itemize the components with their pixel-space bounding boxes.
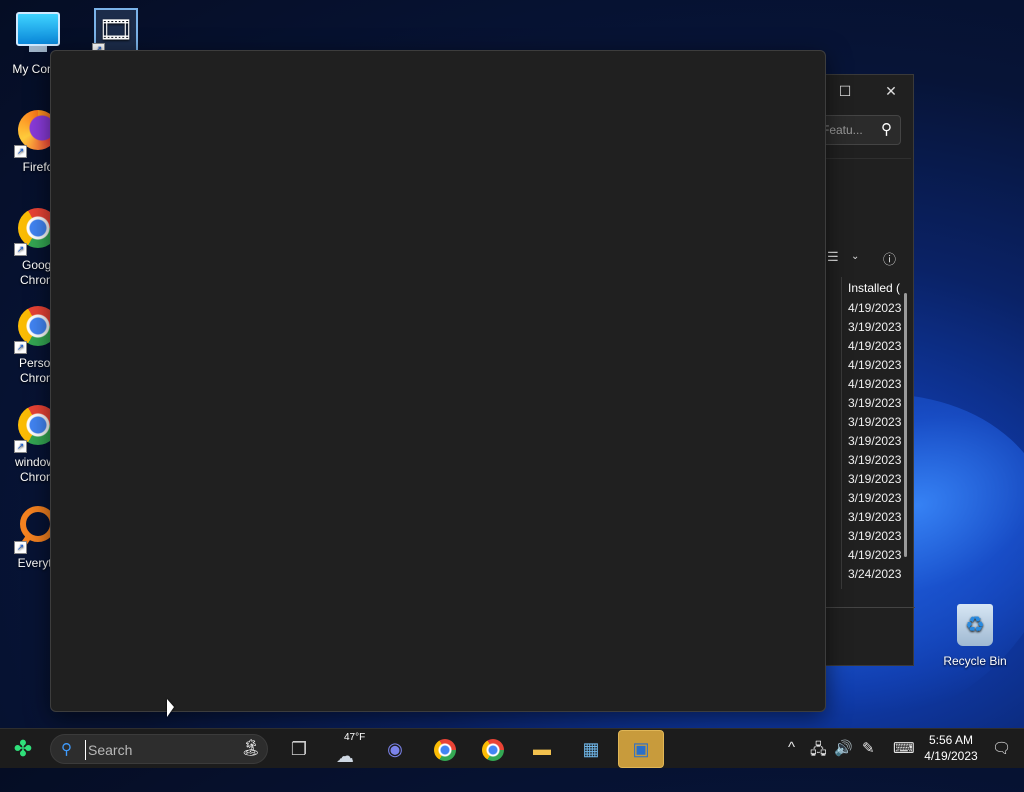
pen-icon[interactable]: ✎: [862, 739, 875, 757]
file-explorer-icon[interactable]: ▬: [527, 735, 557, 763]
mouse-cursor-icon: [167, 699, 174, 717]
table-row[interactable]: 3/19/2023: [842, 413, 912, 432]
maximize-icon[interactable]: ☐: [835, 81, 855, 101]
installed-date-column: Installed ( 4/19/2023 3/19/2023 4/19/202…: [841, 277, 912, 589]
weather-widget[interactable]: 47°F ☁: [334, 732, 368, 766]
system-clock[interactable]: 5:56 AM 4/19/2023: [918, 732, 984, 764]
start-icon: ✤: [13, 736, 33, 761]
film-icon: 🎞 ↗: [92, 8, 140, 56]
search-highlight-icon: 🏝: [240, 740, 261, 757]
table-row[interactable]: 4/19/2023: [842, 299, 912, 318]
desktop-icon-label: Recycle Bin: [943, 654, 1007, 668]
network-icon[interactable]: 🖧: [810, 739, 827, 764]
table-row[interactable]: 4/19/2023: [842, 546, 912, 565]
table-row[interactable]: 3/19/2023: [842, 432, 912, 451]
keyboard-icon[interactable]: ⌨: [893, 739, 915, 757]
notification-icon[interactable]: 🗨: [992, 739, 1011, 757]
task-view-icon[interactable]: ❐: [284, 735, 314, 763]
table-row[interactable]: 4/19/2023: [842, 337, 912, 356]
taskbar: ✤ ⚲ 🏝 ❐ 47°F ☁ ◉ ▬ ▦ ▣ ^ 🖧 🔊 ✎ ⌨ 5:56 AM…: [0, 728, 1024, 768]
table-row[interactable]: 3/19/2023: [842, 451, 912, 470]
close-icon[interactable]: ✕: [881, 81, 901, 101]
chrome-icon[interactable]: [430, 735, 460, 763]
weather-icon: ☁: [336, 746, 354, 766]
clock-date: 4/19/2023: [924, 749, 978, 763]
chrome-profile-icon[interactable]: [478, 735, 508, 763]
table-row[interactable]: 3/19/2023: [842, 508, 912, 527]
foreground-blank-window[interactable]: [50, 50, 826, 712]
list-toolbar: ☰ ⌄ ⓘ: [821, 249, 915, 271]
column-header-installed[interactable]: Installed (: [842, 277, 912, 299]
taskbar-search[interactable]: ⚲ 🏝: [50, 734, 268, 764]
divider: [821, 607, 915, 608]
search-placeholder: Featu...: [822, 123, 863, 137]
control-panel-icon[interactable]: ▣: [618, 730, 664, 768]
table-row[interactable]: 3/19/2023: [842, 489, 912, 508]
search-icon: ⚲: [61, 741, 72, 758]
meet-icon[interactable]: ◉: [380, 735, 410, 763]
clock-time: 5:56 AM: [928, 733, 974, 747]
table-row[interactable]: 3/19/2023: [842, 470, 912, 489]
start-button[interactable]: ✤: [8, 735, 38, 763]
list-view-icon[interactable]: ☰: [827, 249, 839, 265]
table-row[interactable]: 3/19/2023: [842, 394, 912, 413]
table-row[interactable]: 3/24/2023: [842, 565, 912, 584]
vertical-scrollbar[interactable]: [904, 293, 907, 557]
weather-temperature: 47°F: [344, 732, 366, 743]
help-icon[interactable]: ⓘ: [883, 249, 896, 268]
desktop-icon-recycle-bin[interactable]: ♻ Recycle Bin: [935, 602, 1015, 669]
search-icon[interactable]: ⚲: [881, 120, 892, 138]
resource-monitor-icon[interactable]: ▦: [576, 735, 606, 763]
table-row[interactable]: 3/19/2023: [842, 318, 912, 337]
chevron-up-icon[interactable]: ^: [788, 739, 795, 756]
taskbar-search-input[interactable]: [85, 740, 210, 760]
table-row[interactable]: 3/19/2023: [842, 527, 912, 546]
table-row[interactable]: 4/19/2023: [842, 356, 912, 375]
volume-icon[interactable]: 🔊: [834, 739, 853, 757]
recycle-bin-icon: ♻: [951, 604, 999, 652]
divider: [821, 158, 911, 159]
chevron-down-icon[interactable]: ⌄: [851, 251, 859, 262]
table-row[interactable]: 4/19/2023: [842, 375, 912, 394]
